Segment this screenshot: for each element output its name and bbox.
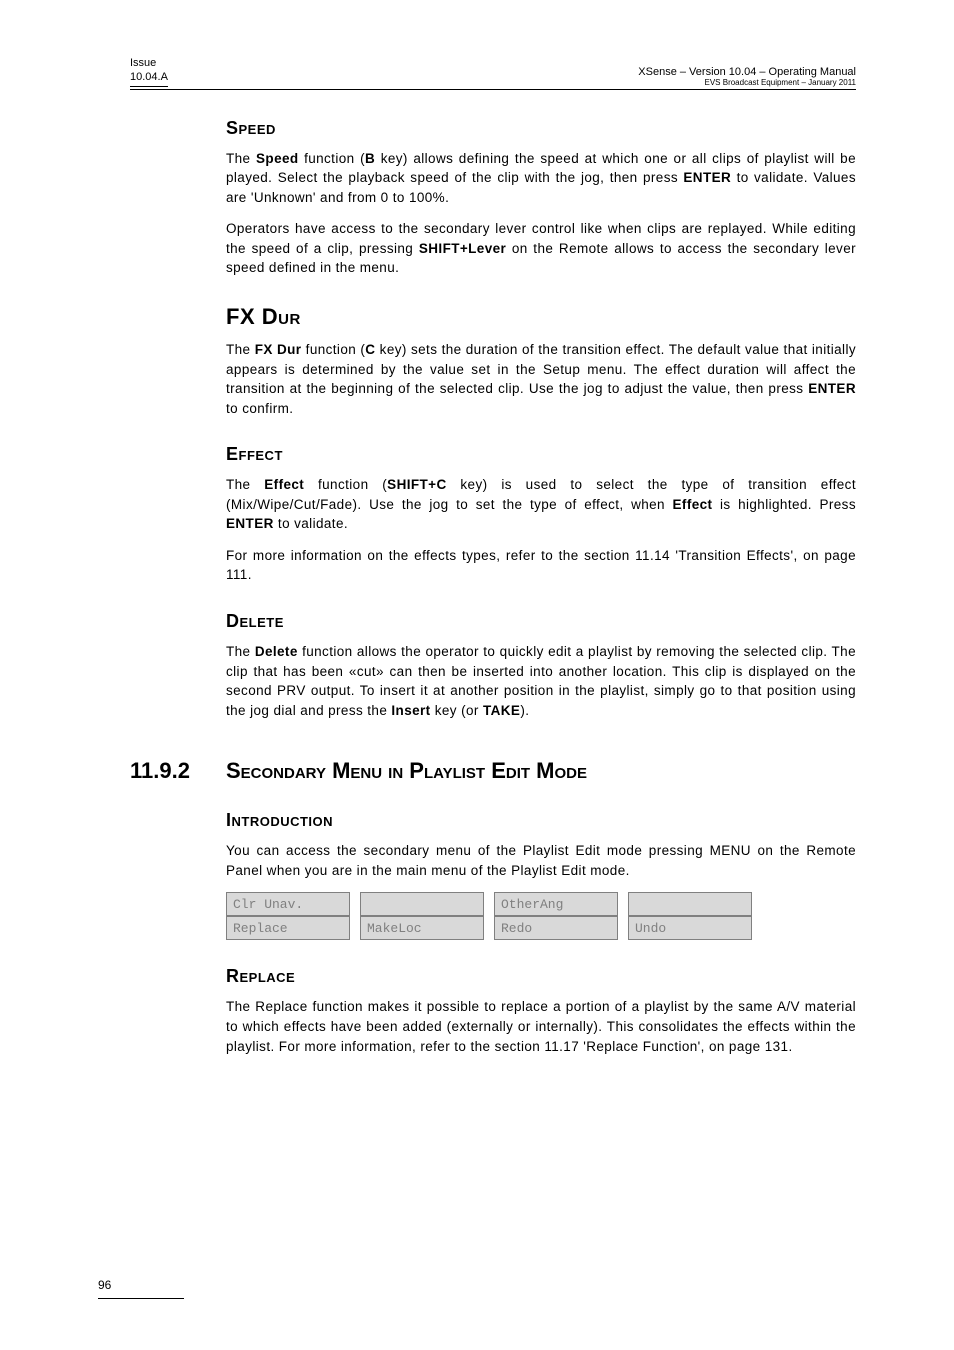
table-row: Clr Unav. OtherAng <box>226 892 752 916</box>
introduction-paragraph-1: You can access the secondary menu of the… <box>226 841 856 880</box>
footer-line <box>98 1298 184 1299</box>
heading-introduction: Introduction <box>226 810 856 831</box>
replace-paragraph-1: The Replace function makes it possible t… <box>226 997 856 1056</box>
text-bold: Effect <box>673 497 713 512</box>
heading-speed: Speed <box>226 118 856 139</box>
speed-paragraph-2: Operators have access to the secondary l… <box>226 219 856 278</box>
menu-cell-undo: Undo <box>628 916 752 940</box>
text-bold: Delete <box>255 644 298 659</box>
section-title: Secondary Menu in Playlist Edit Mode <box>226 758 587 783</box>
page: Issue 10.04.A XSense – Version 10.04 – O… <box>0 0 954 1350</box>
heading-replace: Replace <box>226 966 856 987</box>
text: The <box>226 477 264 492</box>
text: The <box>226 151 256 166</box>
text-bold: Effect <box>264 477 304 492</box>
text-bold: ENTER <box>683 170 731 185</box>
heading-fxdur: FX Dur <box>226 304 856 330</box>
text: function allows the operator to quickly … <box>226 644 856 718</box>
text: key (or <box>431 703 483 718</box>
text-bold: FX Dur <box>255 342 302 357</box>
text-bold: TAKE <box>483 703 520 718</box>
header-issue-label: Issue <box>130 57 156 69</box>
section-number: 11.9.2 <box>130 758 190 784</box>
heading-secondary-menu: 11.9.2 Secondary Menu in Playlist Edit M… <box>226 758 856 784</box>
fxdur-paragraph-1: The FX Dur function (C key) sets the dur… <box>226 340 856 418</box>
text-bold: Speed <box>256 151 299 166</box>
page-header: Issue 10.04.A XSense – Version 10.04 – O… <box>130 56 856 90</box>
text-bold: B <box>365 151 375 166</box>
menu-cell-otherang: OtherAng <box>494 892 618 916</box>
effect-paragraph-1: The Effect function (SHIFT+C key) is use… <box>226 475 856 534</box>
page-number: 96 <box>98 1278 111 1292</box>
header-doc-title: XSense – Version 10.04 – Operating Manua… <box>638 66 856 78</box>
menu-cell-makeloc: MakeLoc <box>360 916 484 940</box>
header-issue-version: 10.04.A <box>130 71 168 83</box>
menu-cell-clr-unav: Clr Unav. <box>226 892 350 916</box>
menu-cell-empty <box>360 892 484 916</box>
text: function ( <box>301 342 365 357</box>
text: ). <box>520 703 529 718</box>
speed-paragraph-1: The Speed function (B key) allows defini… <box>226 149 856 208</box>
text: to validate. <box>274 516 348 531</box>
text: The <box>226 644 255 659</box>
text-bold: SHIFT+C <box>387 477 446 492</box>
header-right: XSense – Version 10.04 – Operating Manua… <box>638 66 856 87</box>
text-bold: SHIFT+Lever <box>419 241 506 256</box>
menu-cell-replace: Replace <box>226 916 350 940</box>
text-bold: ENTER <box>226 516 274 531</box>
text-bold: Insert <box>391 703 430 718</box>
heading-effect: Effect <box>226 444 856 465</box>
menu-cell-redo: Redo <box>494 916 618 940</box>
text-bold: C <box>365 342 375 357</box>
text: function ( <box>304 477 387 492</box>
text: is highlighted. Press <box>712 497 856 512</box>
effect-paragraph-2: For more information on the effects type… <box>226 546 856 585</box>
menu-table: Clr Unav. OtherAng Replace MakeLoc Redo … <box>216 892 762 940</box>
text-bold: ENTER <box>808 381 856 396</box>
content: Speed The Speed function (B key) allows … <box>130 118 856 1057</box>
page-footer: 96 <box>98 1278 138 1294</box>
text: to confirm. <box>226 401 293 416</box>
menu-cell-empty <box>628 892 752 916</box>
text: The <box>226 342 255 357</box>
delete-paragraph-1: The Delete function allows the operator … <box>226 642 856 720</box>
text: function ( <box>299 151 365 166</box>
header-doc-sub: EVS Broadcast Equipment – January 2011 <box>638 78 856 87</box>
header-left: Issue 10.04.A <box>130 56 168 87</box>
heading-delete: Delete <box>226 611 856 632</box>
table-row: Replace MakeLoc Redo Undo <box>226 916 752 940</box>
